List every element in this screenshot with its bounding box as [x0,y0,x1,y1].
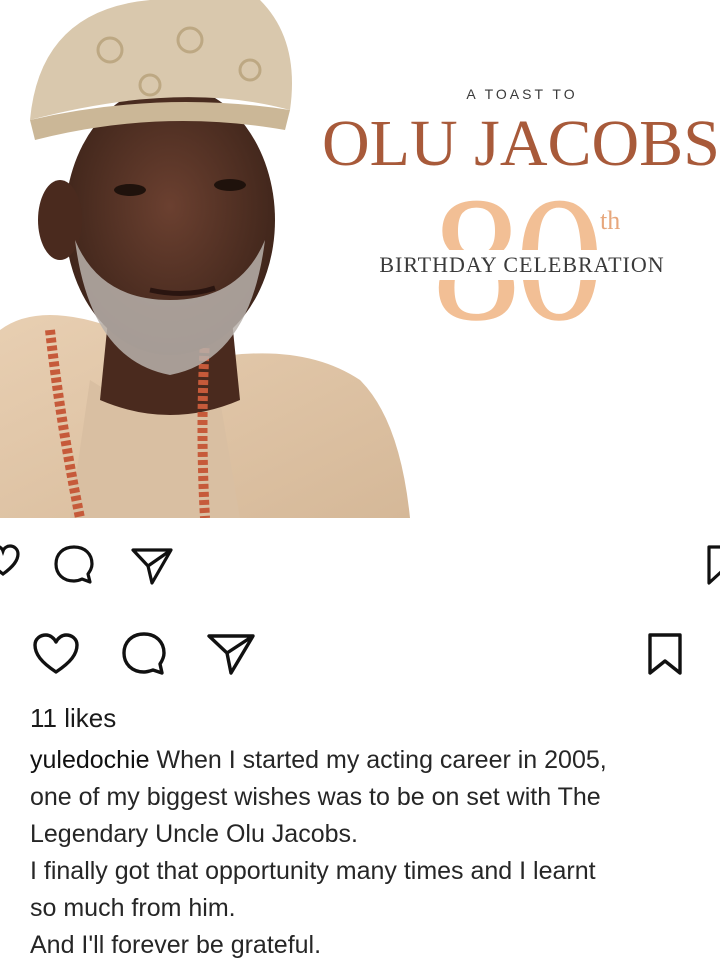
poster-celebration: BIRTHDAY CELEBRATION [362,250,682,280]
heart-icon[interactable] [0,544,20,578]
comment-icon[interactable] [120,630,168,678]
username-link[interactable]: yuledochie [30,746,150,774]
post-caption: yuledochie When I started my acting care… [30,742,698,964]
likes-count[interactable]: 11 likes [30,703,116,734]
caption-text: Legendary Uncle Olu Jacobs. [30,820,358,848]
caption-text: one of my biggest wishes was to be on se… [30,783,601,811]
post-image[interactable]: A TOAST TO OLU JACOBS 80 th BIRTHDAY CEL… [0,0,720,518]
send-icon[interactable] [130,546,174,586]
post-action-row [0,628,720,684]
caption-line-1: yuledochie When I started my acting care… [30,742,698,779]
caption-text: I finally got that opportunity many time… [30,857,596,885]
previous-post-action-row [0,538,720,588]
caption-text: When I started my acting career in 2005, [156,746,607,774]
comment-icon[interactable] [52,544,96,586]
caption-text: And I'll forever be grateful. [30,931,322,959]
send-icon[interactable] [206,632,256,676]
bookmark-icon[interactable] [706,544,720,586]
poster-ordinal: th [600,206,621,235]
caption-text: so much from him. [30,894,236,922]
poster-tagline: A TOAST TO [466,86,578,102]
portrait-photo [0,0,410,518]
heart-icon[interactable] [32,632,80,676]
bookmark-icon[interactable] [646,632,684,676]
